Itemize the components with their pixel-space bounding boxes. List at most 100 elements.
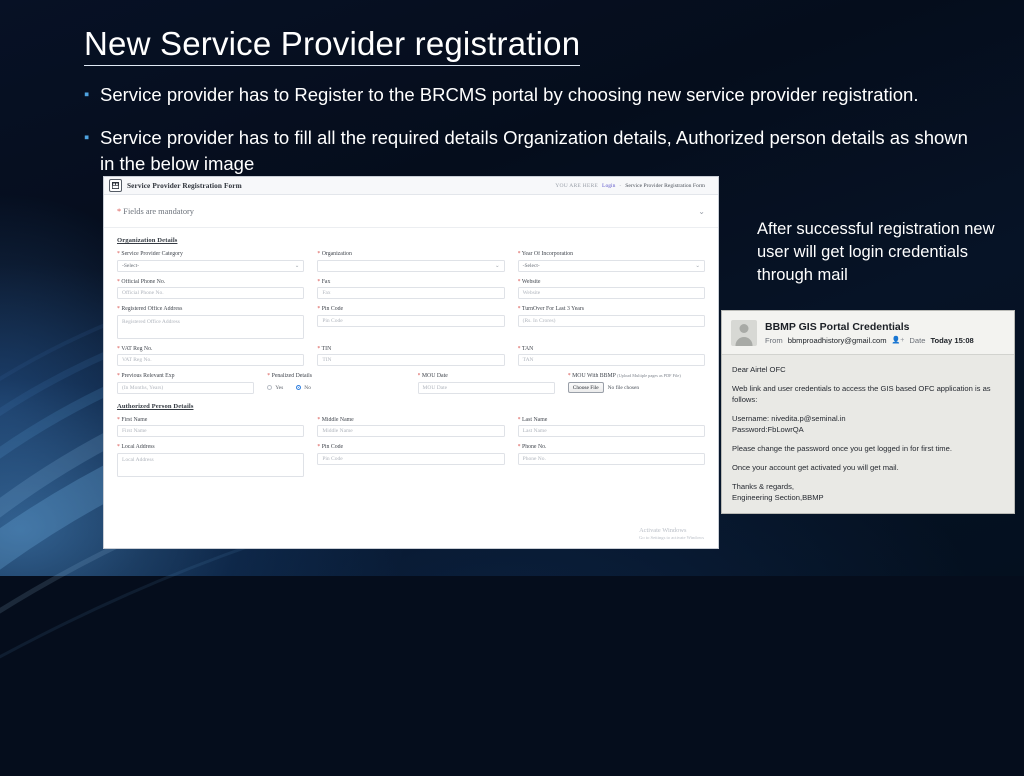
year-of-incorporation-select[interactable]: -Select- ⌄ <box>517 259 705 272</box>
field-label: * TurnOver For Last 3 Years <box>517 306 585 312</box>
official-phone-no-input[interactable]: Official Phone No. <box>117 287 305 299</box>
input-placeholder: Phone No. <box>522 455 546 462</box>
bullet-text: Service provider has to Register to the … <box>100 84 919 105</box>
email-body: Dear Airtel OFC Web link and user creden… <box>722 355 1014 513</box>
field-last-name: * Last Name Last Name <box>517 417 705 437</box>
input-placeholder: Pin Code <box>322 317 343 324</box>
local-address-textarea[interactable]: Local Address <box>117 452 305 477</box>
organization-input[interactable]: ⌄ <box>317 259 505 272</box>
field-label: * Pin Code <box>317 306 344 312</box>
email-greeting: Dear Airtel OFC <box>732 365 786 374</box>
registration-form-screenshot: Service Provider Registration Form YOU A… <box>104 177 718 548</box>
field-label: * Fax <box>317 278 331 285</box>
field-vat-reg-no: * VAT Reg No. VAT Reg No. <box>117 346 305 366</box>
input-placeholder: (In Months, Years) <box>122 384 164 391</box>
bullet-dot-icon: ▪ <box>84 86 90 103</box>
tin-input[interactable]: TIN <box>317 354 505 366</box>
form-row: * Service Provider Category -Select- ⌄ *… <box>117 251 705 272</box>
field-label: * Pin Code <box>317 444 344 450</box>
service-provider-category-select[interactable]: -Select- ⌄ <box>117 259 305 272</box>
email-username: Username: nivedita.p@seminal.in <box>732 414 846 423</box>
field-registered-office-address: * Registered Office Address Registered O… <box>117 306 305 339</box>
radio-option-yes[interactable]: Yes <box>267 385 283 391</box>
previous-relevant-exp-input[interactable]: (In Months, Years) <box>117 381 255 394</box>
vat-reg-no-input[interactable]: VAT Reg No. <box>117 354 305 366</box>
add-person-icon[interactable]: 👤+ <box>892 336 905 344</box>
mandatory-notice-label: Fields are mandatory <box>123 206 194 216</box>
section-heading-organization: Organization Details <box>117 237 178 244</box>
field-tin: * TIN TIN <box>317 345 505 366</box>
email-subject: BBMP GIS Portal Credentials <box>765 320 910 333</box>
mandatory-notice: * Fields are mandatory <box>117 207 194 216</box>
section-heading-authorized-person: Authorized Person Details <box>117 402 194 410</box>
phone-no-input[interactable]: Phone No. <box>517 452 705 465</box>
email-header-text: BBMP GIS Portal Credentials From bbmproa… <box>765 321 974 345</box>
website-input[interactable]: Website <box>517 287 705 299</box>
input-placeholder: Website <box>522 290 541 296</box>
breadcrumb: YOU ARE HERE Login - Service Provider Re… <box>555 183 713 189</box>
input-placeholder: MOU Date <box>422 384 448 391</box>
breadcrumb-current: Service Provider Registration Form <box>625 182 705 189</box>
pin-code-person-input[interactable]: Pin Code <box>317 452 505 465</box>
slide-title-container: New Service Provider registration <box>84 25 904 67</box>
pin-code-input[interactable]: Pin Code <box>317 314 505 327</box>
email-date-label: Date <box>909 335 926 345</box>
email-signoff-thanks: Thanks & regards, <box>732 482 795 491</box>
breadcrumb-login-link[interactable]: Login <box>602 183 615 189</box>
mou-file-upload: Choose File No file chosen <box>567 382 705 394</box>
form-title-bar: Service Provider Registration Form YOU A… <box>104 177 718 195</box>
radio-option-no[interactable]: No <box>296 385 311 391</box>
registered-office-address-textarea[interactable]: Registered Office Address <box>117 314 305 339</box>
bullet-dot-icon: ▪ <box>84 129 90 146</box>
field-label: * Service Provider Category <box>117 251 183 257</box>
fax-input[interactable]: Fax <box>317 287 505 299</box>
email-credentials: Username: nivedita.p@seminal.in Password… <box>732 413 1004 435</box>
email-header: BBMP GIS Portal Credentials From bbmproa… <box>722 311 1014 355</box>
watermark-subtitle: Go to Settings to activate Windows <box>639 535 704 540</box>
field-label: * Organization <box>317 251 352 257</box>
watermark-title: Activate Windows <box>639 527 687 534</box>
chevron-down-icon[interactable]: ⌄ <box>698 207 705 216</box>
middle-name-input[interactable]: Middle Name <box>317 425 505 437</box>
field-label: * Website <box>517 278 541 285</box>
field-label: * Official Phone No. <box>117 278 166 285</box>
email-signoff: Thanks & regards, Engineering Section,BB… <box>732 481 1004 503</box>
avatar-head-shape <box>739 323 749 333</box>
field-label: * TIN <box>317 345 332 352</box>
field-mou-with-bbmp: * MOU With BBMP (Upload Multiple pages a… <box>567 373 705 394</box>
email-screenshot: BBMP GIS Portal Credentials From bbmproa… <box>722 311 1014 513</box>
input-placeholder: Middle Name <box>322 428 353 434</box>
list-item: ▪ Service provider has to fill all the r… <box>84 125 984 177</box>
input-placeholder: (Rs. In Crores) <box>522 317 556 324</box>
input-placeholder: First Name <box>122 428 147 434</box>
registration-result-caption: After successful registration new user w… <box>757 220 995 284</box>
form-row: * Local Address Local Address * Pin Code… <box>117 444 705 477</box>
email-note-change-password: Please change the password once you get … <box>732 444 952 453</box>
avatar-body-shape <box>735 336 753 346</box>
turnover-input[interactable]: (Rs. In Crores) <box>517 314 705 327</box>
field-penalized-details: * Penalized Details Yes No <box>267 373 404 394</box>
form-row: * First Name First Name * Middle Name Mi… <box>117 416 705 437</box>
last-name-input[interactable]: Last Name <box>517 425 705 437</box>
form-row: * Registered Office Address Registered O… <box>117 306 705 339</box>
input-placeholder: Local Address <box>122 456 154 463</box>
email-from-address[interactable]: bbmproadhistory@gmail.com <box>788 336 887 345</box>
email-meta: From bbmproadhistory@gmail.com 👤+ Date T… <box>765 336 974 345</box>
choose-file-button[interactable]: Choose File <box>567 382 604 393</box>
first-name-input[interactable]: First Name <box>117 425 305 437</box>
field-pin-code-person: * Pin Code Pin Code <box>317 444 505 477</box>
tan-input[interactable]: TAN <box>517 354 705 366</box>
email-from-label: From <box>765 335 783 345</box>
chevron-down-icon: ⌄ <box>495 262 500 269</box>
mou-date-input[interactable]: MOU Date <box>417 381 555 394</box>
radio-label: Yes <box>275 384 284 391</box>
chevron-down-icon: ⌄ <box>294 262 300 269</box>
breadcrumb-here-label: YOU ARE HERE <box>555 182 599 189</box>
field-label: * First Name <box>117 416 148 423</box>
bullet-text: Service provider has to fill all the req… <box>100 127 968 174</box>
select-value: -Select- <box>122 262 140 269</box>
email-password: Password:FbLowrQA <box>732 425 804 434</box>
field-pin-code-org: * Pin Code Pin Code <box>317 306 505 339</box>
field-hint: (Upload Multiple pages as PDF File) <box>617 373 681 378</box>
field-label: * Previous Relevant Exp <box>117 373 175 379</box>
